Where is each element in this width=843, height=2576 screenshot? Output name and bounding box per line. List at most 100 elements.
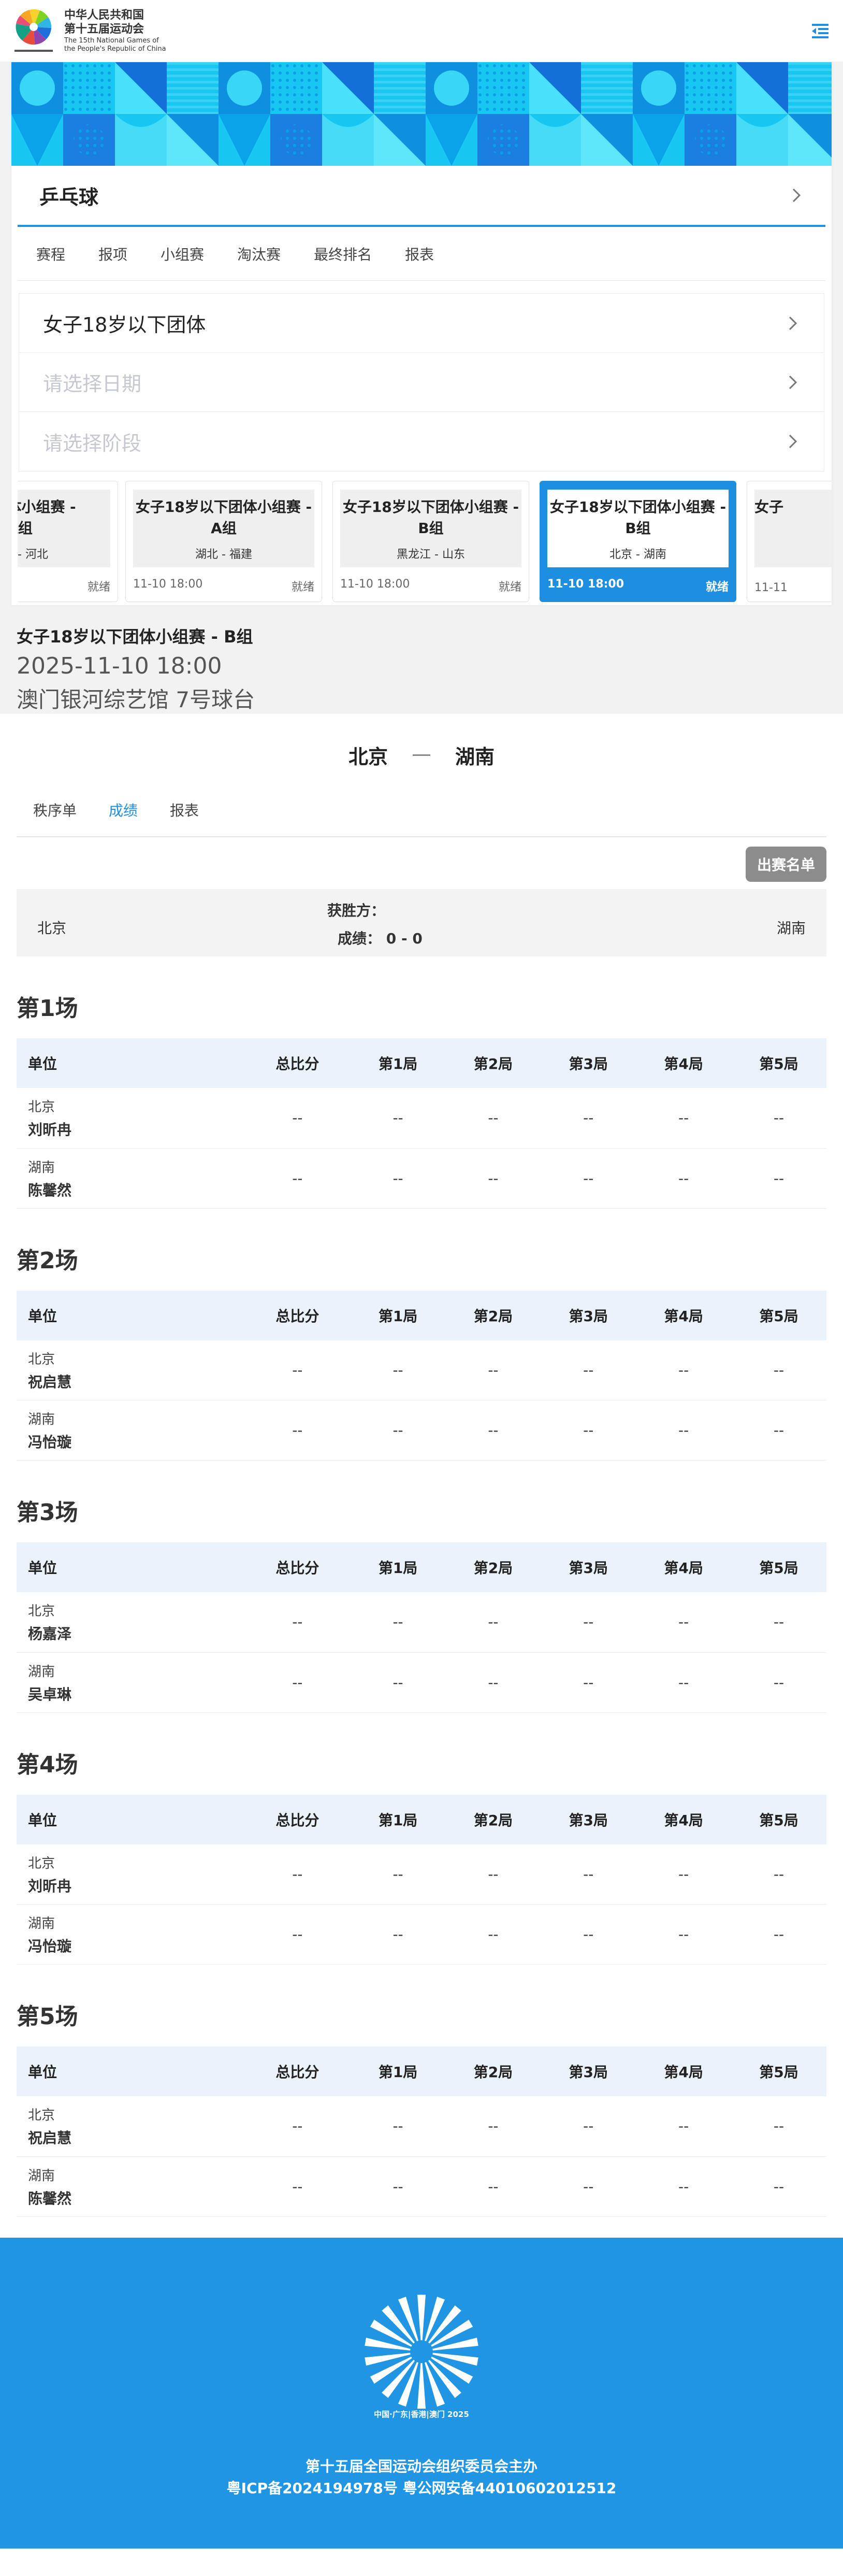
score-value: 0 - 0 bbox=[386, 930, 423, 947]
unit-cell: 湖南 陈馨然 bbox=[17, 2156, 244, 2217]
match-card[interactable]: 女子18岁以下团体小组赛 - A组 湖北 - 福建 11-10 18:00 就绪 bbox=[125, 481, 322, 602]
content-card: 乒乓球 赛程 报项 小组赛 淘汰赛 最终排名 报表 女子18岁以下团体 请选择日… bbox=[11, 62, 832, 605]
table-row: 北京 刘昕冉 -- -- -- -- -- -- bbox=[17, 1088, 826, 1149]
total-score-cell: -- bbox=[244, 1088, 351, 1149]
match-card-teams: 黑龙江 - 山东 bbox=[397, 548, 465, 562]
sport-title: 乒乓球 bbox=[39, 185, 99, 209]
match-card-name: 女子18岁以下团体小组赛 - A组 bbox=[135, 498, 312, 537]
unit-cell: 北京 刘昕冉 bbox=[17, 1088, 244, 1149]
match-card-body: 女子18岁以下团体小组赛 - A组 湖北 - 福建 bbox=[133, 490, 314, 567]
match-card-selected[interactable]: 女子18岁以下团体小组赛 - B组 北京 - 湖南 11-10 18:00 就绪 bbox=[540, 481, 736, 602]
set-score-cell: -- bbox=[636, 1904, 732, 1965]
chevron-right-icon bbox=[786, 316, 800, 331]
set-score-cell: -- bbox=[636, 2156, 732, 2217]
set-score-cell: -- bbox=[350, 2096, 446, 2157]
match-card-body: 女子 bbox=[754, 490, 832, 567]
tab-match-reports[interactable]: 报表 bbox=[170, 799, 199, 820]
unit-cell: 北京 祝启慧 bbox=[17, 1340, 244, 1400]
stage-select[interactable]: 请选择阶段 bbox=[19, 412, 824, 471]
tab-final-ranking[interactable]: 最终排名 bbox=[314, 244, 372, 264]
column-header: 第3局 bbox=[541, 1794, 636, 1844]
unit-name: 北京 bbox=[28, 2108, 55, 2124]
stage-select-placeholder: 请选择阶段 bbox=[43, 432, 142, 455]
unit-name: 湖南 bbox=[28, 1664, 55, 1680]
menu-toggle-button[interactable] bbox=[808, 19, 833, 44]
game-title: 第2场 bbox=[17, 1247, 78, 1274]
match-card-scroller[interactable]: 以下团体小组赛 -A组 天津 - 河北 00 就绪 女子18岁以下团体小组赛 -… bbox=[18, 481, 832, 605]
logo-subtitle-line2: the People's Republic of China bbox=[64, 45, 166, 53]
tab-group-stage[interactable]: 小组赛 bbox=[161, 244, 204, 264]
sport-selector[interactable]: 乒乓球 bbox=[18, 166, 825, 227]
set-score-cell: -- bbox=[541, 1400, 636, 1461]
tab-entries[interactable]: 报项 bbox=[98, 244, 127, 264]
set-score-cell: -- bbox=[445, 1904, 541, 1965]
tab-schedule[interactable]: 赛程 bbox=[36, 244, 65, 264]
set-score-cell: -- bbox=[350, 1088, 446, 1149]
set-score-cell: -- bbox=[350, 1148, 446, 1209]
column-header: 第1局 bbox=[350, 1794, 446, 1844]
date-select[interactable]: 请选择日期 bbox=[19, 353, 824, 412]
table-row: 湖南 吴卓琳 -- -- -- -- -- -- bbox=[17, 1652, 826, 1713]
column-header: 第1局 bbox=[350, 1542, 446, 1592]
set-score-cell: -- bbox=[636, 1400, 732, 1461]
game-title: 第3场 bbox=[17, 1499, 78, 1526]
games-logo[interactable]: 中华人民共和国 第十五届运动会 The 15th National Games … bbox=[11, 6, 166, 56]
summary-home-team: 北京 bbox=[37, 920, 67, 937]
game-score-table: 单位 总比分 第1局 第2局 第3局 第4局 第5局 北京 杨嘉泽 -- -- -- -- -- -- 湖南吴… bbox=[17, 1542, 826, 1713]
menu-indent-icon bbox=[812, 23, 829, 38]
page-body: 乒乓球 赛程 报项 小组赛 淘汰赛 最终排名 报表 女子18岁以下团体 请选择日… bbox=[0, 62, 843, 714]
tab-reports[interactable]: 报表 bbox=[405, 244, 434, 264]
column-header: 第4局 bbox=[636, 1542, 732, 1592]
match-card[interactable]: 女子18岁以下团体小组赛 - B组 黑龙江 - 山东 11-10 18:00 就绪 bbox=[332, 481, 529, 602]
match-card-status: 就绪 bbox=[498, 581, 521, 594]
player-name: 冯怡璇 bbox=[28, 1434, 72, 1451]
match-card-footer: 11-10 18:00 就绪 bbox=[547, 578, 729, 594]
column-header: 第2局 bbox=[445, 1794, 541, 1844]
unit-name: 湖南 bbox=[28, 1916, 55, 1931]
match-card-footer: 00 就绪 bbox=[18, 578, 110, 594]
match-card-footer: 11-10 18:00 就绪 bbox=[340, 578, 521, 594]
total-score-cell: -- bbox=[244, 1652, 351, 1713]
column-header: 第4局 bbox=[636, 1038, 732, 1088]
set-score-cell: -- bbox=[636, 1088, 732, 1149]
table-row: 湖南 冯怡璇 -- -- -- -- -- -- bbox=[17, 1400, 826, 1461]
column-header: 单位 bbox=[17, 1290, 244, 1340]
unit-name: 北京 bbox=[28, 1855, 55, 1871]
match-card-name: 以下团体小组赛 -A组 bbox=[18, 498, 76, 537]
footer-logo-caption: 中国·广东|香港|澳门 2025 bbox=[374, 2409, 469, 2419]
set-score-cell: -- bbox=[541, 1592, 636, 1653]
match-venue: 澳门银河综艺馆 7号球台 bbox=[17, 687, 255, 712]
set-score-cell: -- bbox=[350, 1844, 446, 1905]
set-score-cell: -- bbox=[445, 2096, 541, 2157]
game-section: 第5场 单位 总比分 第1局 第2局 第3局 第4局 第5局 北京 祝启慧 -- -- -- -- -- --… bbox=[17, 1965, 826, 2217]
match-card-teams: 天津 - 河北 bbox=[18, 548, 48, 562]
game-title: 第5场 bbox=[17, 2003, 78, 2030]
match-card-footer: 11-10 18:00 就绪 bbox=[133, 578, 314, 594]
match-card-name: 女子 bbox=[754, 498, 784, 516]
column-header: 总比分 bbox=[244, 1290, 351, 1340]
column-header: 单位 bbox=[17, 2047, 244, 2096]
column-header: 总比分 bbox=[244, 1542, 351, 1592]
lineup-button[interactable]: 出赛名单 bbox=[745, 847, 826, 882]
tab-order-sheet[interactable]: 秩序单 bbox=[33, 799, 77, 820]
games-torch-logo-icon bbox=[365, 2294, 478, 2409]
date-select-placeholder: 请选择日期 bbox=[43, 373, 142, 395]
unit-name: 湖南 bbox=[28, 1412, 55, 1427]
unit-cell: 北京 刘昕冉 bbox=[17, 1844, 244, 1905]
match-card[interactable]: 女子 11-11 bbox=[747, 481, 832, 602]
match-card-status: 就绪 bbox=[87, 581, 110, 594]
unit-cell: 湖南 吴卓琳 bbox=[17, 1652, 244, 1713]
event-select[interactable]: 女子18岁以下团体 bbox=[19, 294, 824, 353]
home-team: 北京 bbox=[348, 745, 388, 768]
set-score-cell: -- bbox=[731, 1148, 826, 1209]
match-card-teams: 湖北 - 福建 bbox=[195, 548, 252, 562]
column-header: 总比分 bbox=[244, 2047, 351, 2096]
match-card[interactable]: 以下团体小组赛 -A组 天津 - 河北 00 就绪 bbox=[18, 481, 118, 602]
set-score-cell: -- bbox=[445, 1148, 541, 1209]
tab-results[interactable]: 成绩 bbox=[109, 799, 138, 820]
tab-knockout[interactable]: 淘汰赛 bbox=[237, 244, 281, 264]
matchup: 北京 湖南 bbox=[11, 726, 832, 783]
footer-icp-link[interactable]: 粤ICP备2024194978号 粤公网安备44010602012512 bbox=[0, 2477, 843, 2498]
set-score-cell: -- bbox=[636, 1652, 732, 1713]
column-header: 单位 bbox=[17, 1794, 244, 1844]
